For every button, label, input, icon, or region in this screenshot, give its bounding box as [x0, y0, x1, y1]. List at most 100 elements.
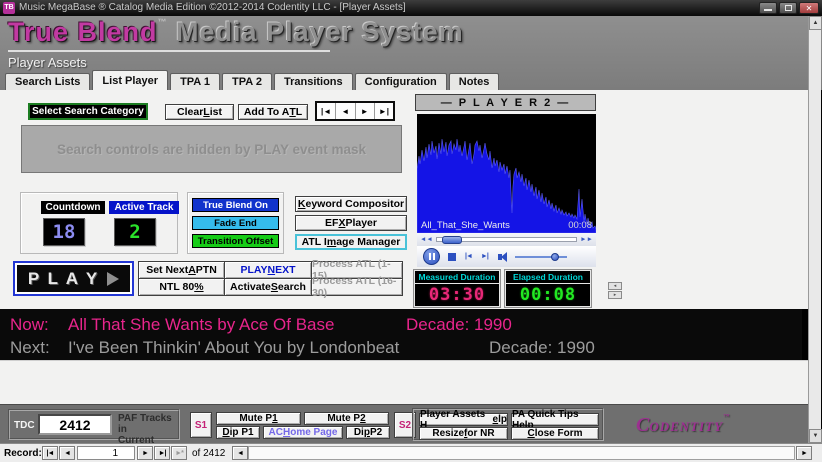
- countdown-label: Countdown: [41, 201, 105, 214]
- vertical-scrollbar[interactable]: ▲ ▼: [808, 16, 821, 443]
- close-button[interactable]: ✕: [799, 2, 819, 14]
- stop-button[interactable]: [448, 253, 456, 261]
- player-2-panel: — P L A Y E R 2 — All_That_She_Wants 00:…: [412, 93, 599, 306]
- now-next-band: Now: All That She Wants by Ace Of Base D…: [0, 309, 802, 360]
- close-form-button[interactable]: Close Form: [511, 427, 599, 440]
- scroll-up-icon[interactable]: ▲: [809, 16, 822, 30]
- dip-p2-button[interactable]: Dip P2: [346, 426, 390, 439]
- next-record-button[interactable]: ►: [137, 446, 153, 460]
- form-header: True Blend™ Media Player System Player A…: [0, 16, 822, 90]
- s1-button[interactable]: S1: [190, 412, 212, 438]
- add-to-atl-button[interactable]: Add To ATL: [238, 104, 308, 120]
- efx-player-button[interactable]: EFX Player: [295, 215, 407, 231]
- hscroll-right-button[interactable]: ►: [796, 446, 812, 460]
- search-mask-message: Search controls are hidden by PLAY event…: [57, 142, 366, 157]
- footer-bar: TDC 2412 PAF Tracks in Current View S1 M…: [0, 404, 808, 443]
- volume-slider[interactable]: [515, 256, 567, 258]
- fade-end-indicator: Fade End: [192, 216, 279, 230]
- play-next-button[interactable]: PLAY NEXT: [224, 261, 312, 279]
- previous-record-icon[interactable]: ◄: [336, 103, 355, 119]
- resize-for-nr-button[interactable]: Resize for NR: [419, 427, 508, 440]
- elapsed-duration-display: 00:08: [506, 284, 590, 306]
- first-record-button[interactable]: |◄: [42, 446, 58, 460]
- position-time-overlay: 00:08: [568, 220, 592, 231]
- measured-duration-group: Measured Duration 03:30: [413, 269, 501, 308]
- tab-tpa-1[interactable]: TPA 1: [170, 73, 220, 90]
- tab-configuration[interactable]: Configuration: [355, 73, 447, 90]
- mute-p2-button[interactable]: Mute P2: [304, 412, 389, 425]
- clear-list-button[interactable]: Clear List: [165, 104, 234, 120]
- ac-home-page-button[interactable]: AC Home Page: [263, 426, 343, 439]
- tab-search-lists[interactable]: Search Lists: [5, 73, 90, 90]
- previous-record-button[interactable]: ◄: [59, 446, 75, 460]
- player-assets-help-button[interactable]: Player Assets Help: [419, 413, 508, 426]
- pa-quick-tips-help-button[interactable]: PA Quick Tips Help: [511, 413, 599, 426]
- mute-p1-button[interactable]: Mute P1: [216, 412, 301, 425]
- speaker-cone: [501, 252, 507, 262]
- true-blend-on-indicator: True Blend On: [192, 198, 279, 212]
- next-decade-label: Decade:: [489, 338, 552, 358]
- pause-button[interactable]: [423, 248, 440, 265]
- waveform-visualization: All_That_She_Wants 00:08: [417, 114, 596, 233]
- help-group: Player Assets Help PA Quick Tips Help Re…: [412, 408, 604, 441]
- track-name-overlay: All_That_She_Wants: [421, 220, 510, 231]
- logo-text: ODENTITY: [649, 419, 723, 434]
- logo-initial: C: [636, 414, 649, 436]
- brand-primary: True Blend: [8, 17, 158, 47]
- record-number-field[interactable]: 1: [77, 446, 135, 460]
- transition-offset-indicator: Transition Offset: [192, 234, 279, 248]
- seek-thumb[interactable]: [442, 236, 462, 244]
- horizontal-scrollbar-track[interactable]: [248, 446, 795, 460]
- tab-transitions[interactable]: Transitions: [274, 73, 353, 90]
- next-track-button[interactable]: ►|: [481, 253, 488, 260]
- volume-icon: [498, 252, 507, 262]
- seek-track[interactable]: [436, 237, 577, 242]
- keyword-compositor-button[interactable]: Keyword Compositor: [295, 196, 407, 212]
- play-button[interactable]: P L A Y: [13, 261, 134, 296]
- spinner-up-button[interactable]: ◂: [608, 282, 622, 290]
- volume-knob[interactable]: [551, 253, 559, 261]
- tdc-caption-line1: PAF Tracks in: [118, 413, 178, 435]
- tdc-group: TDC 2412 PAF Tracks in Current View: [8, 409, 180, 440]
- restore-icon: [785, 5, 792, 11]
- ntl-80-button[interactable]: NTL 80%: [138, 278, 225, 296]
- brand-secondary: Media Player System: [176, 17, 464, 47]
- tab-strip: Search Lists List Player TPA 1 TPA 2 Tra…: [5, 70, 501, 90]
- next-record-icon[interactable]: ►: [356, 103, 375, 119]
- measured-duration-label: Measured Duration: [415, 271, 499, 283]
- now-title: All That She Wants by Ace Of Base: [68, 315, 334, 335]
- brand-title: True Blend™ Media Player System: [8, 17, 464, 48]
- atl-image-manager-button[interactable]: ATL Image Manager: [295, 234, 407, 250]
- set-next-aptn-button[interactable]: Set Next APTN: [138, 261, 225, 279]
- codentity-logo: CODENTITY™: [636, 414, 729, 437]
- fast-forward-icon[interactable]: ►►: [577, 236, 596, 243]
- active-track-display: 2: [114, 218, 156, 246]
- hscroll-left-button[interactable]: ◄: [232, 446, 248, 460]
- minimize-button[interactable]: [759, 2, 777, 14]
- tab-tpa-2[interactable]: TPA 2: [222, 73, 272, 90]
- previous-track-button[interactable]: |◄: [465, 253, 472, 260]
- process-atl-16-30-button: Process ATL (16-30): [311, 278, 403, 296]
- restore-button[interactable]: [779, 2, 797, 14]
- next-label: Next:: [10, 338, 50, 358]
- seek-bar-row: ◄◄ ►►: [417, 233, 596, 246]
- last-record-button[interactable]: ►|: [154, 446, 170, 460]
- waveform-svg: [417, 114, 596, 233]
- select-search-category-button[interactable]: Select Search Category: [28, 103, 148, 120]
- dip-p1-button[interactable]: Dip P1: [216, 426, 260, 439]
- new-record-button: ►*: [171, 446, 187, 460]
- measured-duration-display: 03:30: [415, 284, 499, 306]
- scroll-down-icon[interactable]: ▼: [809, 429, 822, 443]
- player-controls: |◄ ►|: [417, 246, 596, 267]
- minimize-icon: [764, 9, 772, 11]
- first-record-icon[interactable]: |◄: [317, 103, 336, 119]
- activate-search-button[interactable]: Activate Search: [224, 278, 312, 296]
- last-record-icon[interactable]: ►|: [375, 103, 393, 119]
- spinner-down-button[interactable]: ▸: [608, 291, 622, 299]
- trademark-mark: ™: [158, 17, 168, 27]
- tab-list-player[interactable]: List Player: [92, 70, 168, 90]
- rewind-icon[interactable]: ◄◄: [417, 236, 436, 243]
- record-navigation-bar: Record: |◄ ◄ 1 ► ►| ►* of 2412 ◄ ►: [0, 443, 822, 462]
- elapsed-duration-group: Elapsed Duration 00:08: [504, 269, 592, 308]
- tab-notes[interactable]: Notes: [449, 73, 500, 90]
